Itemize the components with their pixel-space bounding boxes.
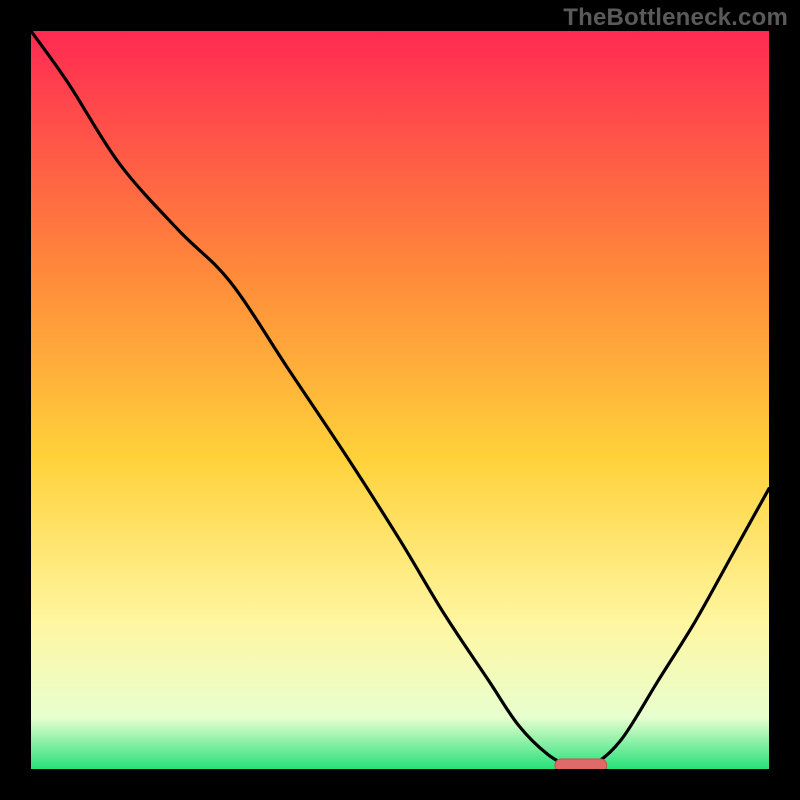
watermark-text: TheBottleneck.com [563,4,788,32]
gradient-background [31,31,769,769]
optimal-marker [555,759,607,769]
chart-frame: TheBottleneck.com [0,0,800,800]
plot-area [31,31,769,769]
bottleneck-chart [31,31,769,769]
